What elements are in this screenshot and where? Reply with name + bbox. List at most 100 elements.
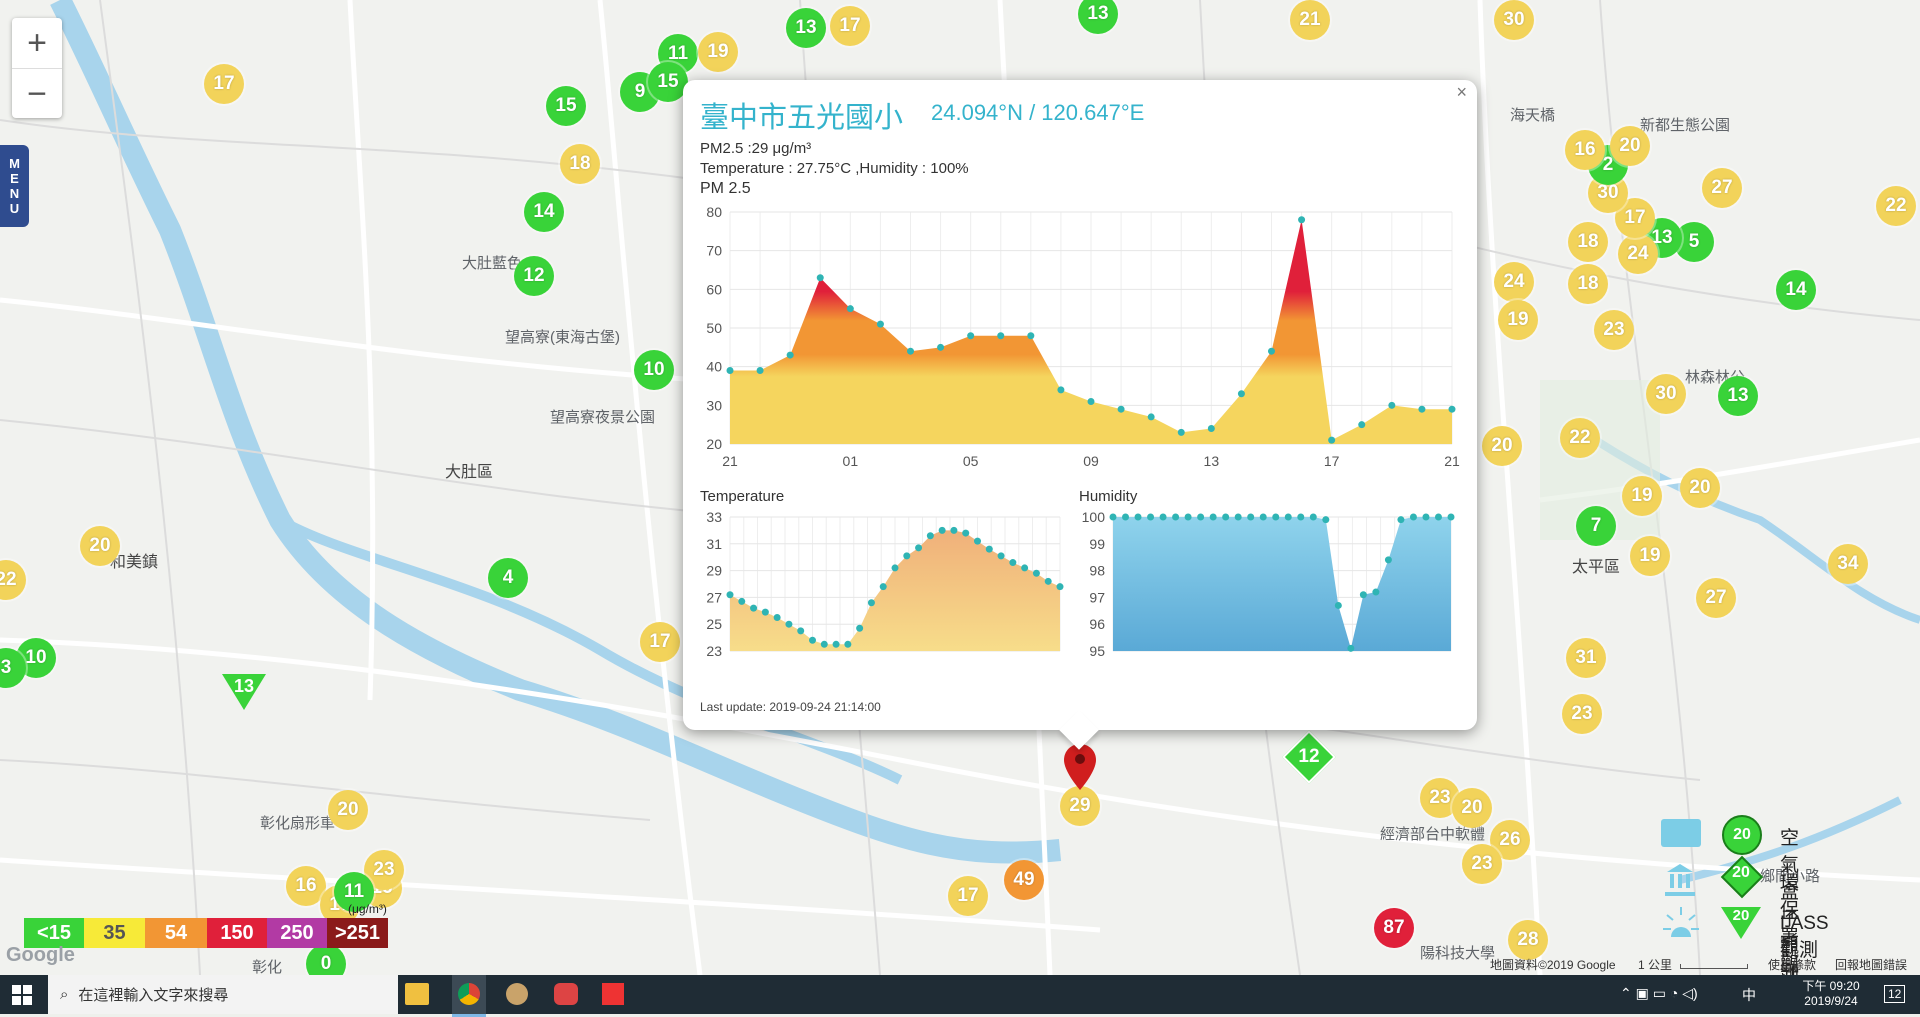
data-point[interactable] [1397, 516, 1405, 524]
data-point[interactable] [1234, 513, 1242, 521]
data-point[interactable] [1259, 513, 1267, 521]
airbox-marker[interactable]: 28 [1508, 920, 1548, 960]
data-point[interactable] [750, 604, 758, 612]
data-point[interactable] [985, 545, 993, 553]
terms-link[interactable]: 使用條款 [1768, 956, 1816, 973]
airbox-marker[interactable]: 24 [1494, 262, 1534, 302]
data-point[interactable] [1172, 513, 1180, 521]
airbox-marker[interactable]: 19 [698, 32, 738, 72]
data-point[interactable] [903, 552, 911, 560]
airbox-marker[interactable]: 13 [786, 8, 826, 48]
data-point[interactable] [1021, 564, 1029, 572]
data-point[interactable] [1209, 513, 1217, 521]
lass-station-marker[interactable]: 13 [222, 674, 266, 710]
data-point[interactable] [997, 552, 1005, 560]
airbox-marker[interactable]: 27 [1696, 578, 1736, 618]
data-point[interactable] [1109, 513, 1117, 521]
data-point[interactable] [967, 332, 975, 340]
data-point[interactable] [726, 367, 734, 375]
taskbar-search[interactable]: ⌕ 在這裡輸入文字來搜尋 [48, 975, 398, 1014]
data-point[interactable] [879, 583, 887, 591]
airbox-marker[interactable]: 18 [1568, 264, 1608, 304]
airbox-marker[interactable]: 23 [1594, 310, 1634, 350]
data-point[interactable] [891, 564, 899, 572]
airbox-marker[interactable]: 19 [1498, 300, 1538, 340]
data-point[interactable] [785, 620, 793, 628]
report-error-link[interactable]: 回報地圖錯誤 [1835, 956, 1907, 973]
airbox-marker[interactable]: 12 [514, 256, 554, 296]
airbox-marker[interactable]: 27 [1702, 168, 1742, 208]
airbox-marker[interactable]: 49 [1004, 860, 1044, 900]
airbox-marker[interactable]: 20 [1610, 126, 1650, 166]
file-explorer-icon[interactable] [405, 983, 429, 1005]
data-point[interactable] [926, 532, 934, 540]
data-point[interactable] [1117, 405, 1125, 413]
data-point[interactable] [1448, 405, 1456, 413]
data-point[interactable] [1147, 513, 1155, 521]
data-point[interactable] [756, 367, 764, 375]
chrome-taskbar-item[interactable] [452, 975, 486, 1017]
airbox-marker[interactable]: 4 [488, 558, 528, 598]
data-point[interactable] [1032, 569, 1040, 577]
airbox-marker[interactable]: 15 [546, 86, 586, 126]
notification-count[interactable]: 12 [1884, 985, 1906, 1003]
data-point[interactable] [1122, 513, 1130, 521]
data-point[interactable] [832, 640, 840, 648]
close-popup-button[interactable]: × [1456, 82, 1467, 103]
location-pin-icon[interactable] [1064, 744, 1096, 792]
data-point[interactable] [1322, 516, 1330, 524]
app-icon[interactable] [602, 983, 624, 1005]
airbox-marker[interactable]: 87 [1374, 908, 1414, 948]
airbox-marker[interactable]: 22 [1560, 418, 1600, 458]
data-point[interactable] [867, 599, 875, 607]
data-point[interactable] [738, 597, 746, 605]
data-point[interactable] [1298, 216, 1306, 224]
data-point[interactable] [1388, 401, 1396, 409]
data-point[interactable] [950, 526, 958, 534]
airbox-marker[interactable]: 18 [1568, 222, 1608, 262]
airbox-marker[interactable]: 17 [640, 622, 680, 662]
airbox-marker[interactable]: 19 [1630, 536, 1670, 576]
data-point[interactable] [937, 343, 945, 351]
data-point[interactable] [846, 305, 854, 313]
data-point[interactable] [820, 640, 828, 648]
airbox-marker[interactable]: 23 [1462, 844, 1502, 884]
data-point[interactable] [1147, 413, 1155, 421]
app-icon[interactable] [506, 983, 528, 1005]
data-point[interactable] [1284, 513, 1292, 521]
data-point[interactable] [1237, 390, 1245, 398]
data-point[interactable] [1177, 428, 1185, 436]
data-point[interactable] [962, 529, 970, 537]
menu-tab[interactable]: M E N U [0, 145, 29, 227]
airbox-marker[interactable]: 17 [948, 876, 988, 916]
data-point[interactable] [1027, 332, 1035, 340]
airbox-marker[interactable]: 14 [524, 192, 564, 232]
data-point[interactable] [974, 537, 981, 545]
airbox-marker[interactable]: 23 [1562, 694, 1602, 734]
data-point[interactable] [1247, 513, 1255, 521]
data-point[interactable] [761, 608, 769, 616]
data-point[interactable] [809, 636, 816, 644]
data-point[interactable] [997, 332, 1005, 340]
clock[interactable]: 下午 09:20 2019/9/24 [1796, 977, 1866, 1008]
data-point[interactable] [1044, 577, 1052, 585]
airbox-marker[interactable]: 29 [1060, 786, 1100, 826]
data-point[interactable] [773, 614, 781, 621]
data-point[interactable] [938, 526, 946, 534]
airbox-marker[interactable]: 30 [1494, 0, 1534, 40]
airbox-marker[interactable]: 31 [1566, 638, 1606, 678]
airbox-marker[interactable]: 17 [204, 64, 244, 104]
data-point[interactable] [1272, 513, 1280, 521]
airbox-marker[interactable]: 18 [560, 144, 600, 184]
airbox-marker[interactable]: 20 [80, 526, 120, 566]
data-point[interactable] [1309, 513, 1317, 521]
data-point[interactable] [915, 544, 923, 552]
zoom-out-button[interactable]: − [12, 69, 62, 119]
airbox-marker[interactable]: 21 [1290, 0, 1330, 40]
airbox-marker[interactable]: 22 [1876, 186, 1916, 226]
airbox-marker[interactable]: 34 [1828, 544, 1868, 584]
data-point[interactable] [1422, 513, 1430, 521]
data-point[interactable] [876, 320, 884, 328]
airbox-marker[interactable]: 19 [1622, 476, 1662, 516]
airbox-marker[interactable]: 24 [1618, 234, 1658, 274]
